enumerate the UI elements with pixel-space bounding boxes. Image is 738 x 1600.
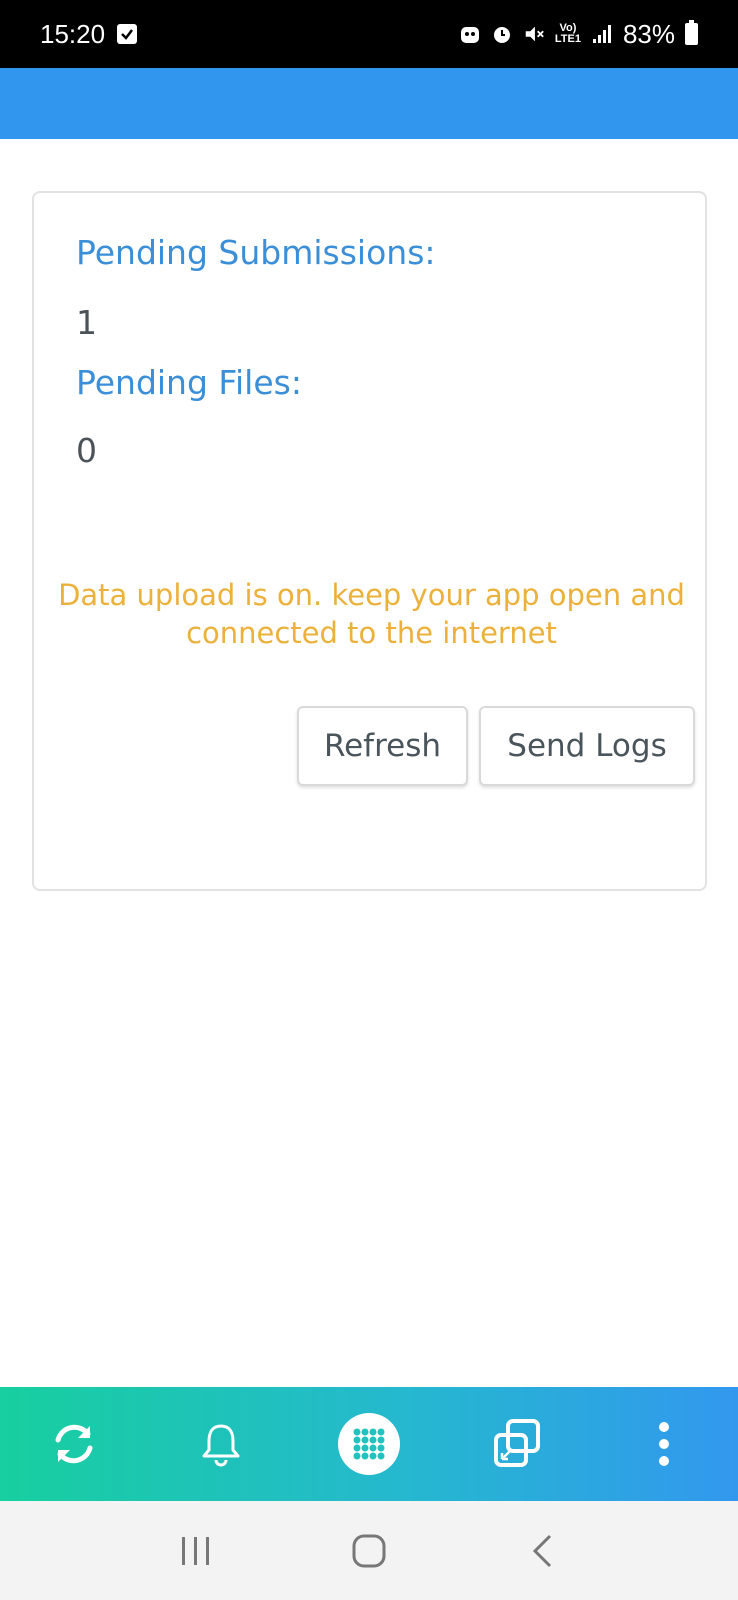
- upload-status-card: Pending Submissions: 1 Pending Files: 0 …: [32, 191, 707, 891]
- status-time: 15:20: [40, 18, 106, 49]
- bottom-navigation: [0, 1387, 738, 1501]
- app-header: [0, 68, 738, 139]
- status-right: Vo) LTE1 83%: [459, 19, 698, 50]
- cat-icon: [459, 23, 481, 45]
- pending-submissions-value: 1: [76, 303, 97, 342]
- lte-bottom: LTE1: [554, 33, 581, 45]
- apps-button[interactable]: [334, 1409, 404, 1479]
- lte-indicator: Vo) LTE1: [555, 23, 581, 45]
- refresh-button[interactable]: Refresh: [297, 706, 468, 786]
- notifications-button[interactable]: [186, 1409, 256, 1479]
- windows-button[interactable]: [482, 1409, 552, 1479]
- send-logs-button[interactable]: Send Logs: [479, 706, 695, 786]
- recent-apps-icon: [182, 1536, 210, 1565]
- alarm-icon: [491, 23, 513, 45]
- pending-submissions-label: Pending Submissions:: [76, 233, 436, 272]
- pending-files-value: 0: [76, 431, 97, 470]
- battery-icon: [685, 20, 698, 45]
- checkbox-notification-icon: [117, 24, 138, 44]
- upload-warning-message: Data upload is on. keep your app open an…: [58, 578, 685, 650]
- status-bar: 15:20 Vo) LTE1 83%: [0, 0, 738, 68]
- status-left: 15:20: [40, 18, 138, 50]
- more-vertical-icon: [659, 1422, 670, 1466]
- battery-percent: 83%: [622, 18, 675, 49]
- system-navigation-bar: [0, 1501, 738, 1600]
- home-icon: [352, 1534, 386, 1567]
- mute-icon: [523, 23, 545, 45]
- recent-apps-button[interactable]: [166, 1521, 226, 1581]
- sync-button[interactable]: [39, 1409, 109, 1479]
- apps-grid-icon: [353, 1428, 385, 1460]
- pending-files-label: Pending Files:: [76, 363, 302, 402]
- more-button[interactable]: [629, 1409, 699, 1479]
- windows-icon: [493, 1419, 540, 1467]
- signal-icon: [591, 23, 613, 45]
- apps-center-circle: [337, 1413, 400, 1475]
- sync-icon: [55, 1424, 93, 1464]
- bell-icon: [202, 1424, 240, 1467]
- back-icon: [532, 1534, 551, 1567]
- back-button[interactable]: [512, 1521, 572, 1581]
- home-button[interactable]: [339, 1521, 399, 1581]
